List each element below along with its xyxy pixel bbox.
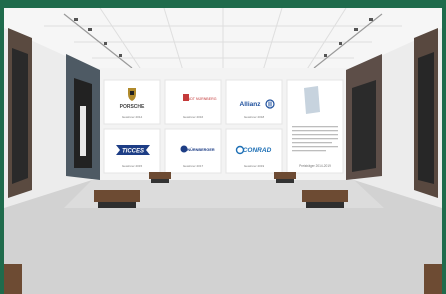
logo-year-conrad: Gewinner 2019 xyxy=(244,164,265,168)
photo-right-2-figure xyxy=(418,52,434,184)
logo-year-nuernberger: Gewinner 2017 xyxy=(183,164,204,168)
logo-name-porsche: PORSCHE xyxy=(120,104,145,110)
logo-name-nuernberg: STADT NÜRNBERG xyxy=(183,97,216,101)
logo-name-ticces: TICCES xyxy=(122,149,144,155)
logo-year-porsche: Gewinner 2014 xyxy=(122,115,143,119)
logo-name-allianz: Allianz xyxy=(240,101,262,108)
window-frame: PORSCHE STADT NÜRNBERG Allianz TICCES NÜ… xyxy=(0,0,446,294)
bench-mid-right[interactable] xyxy=(302,190,348,208)
info-panel-caption: Preisträger 2014-2019 xyxy=(299,164,331,168)
logo-year-ticces: Gewinner 2015 xyxy=(122,164,143,168)
logo-name-conrad: CONRAD xyxy=(243,147,272,154)
bench-back-left[interactable] xyxy=(149,172,171,183)
logo-name-nuernberger: NÜRNBERGER xyxy=(187,147,214,152)
photo-right-1-figures xyxy=(352,80,376,172)
bench-front-left[interactable] xyxy=(4,264,22,294)
logo-year-nuernberg: Gewinner 2016 xyxy=(183,115,204,119)
bench-back-right[interactable] xyxy=(274,172,296,183)
logo-year-allianz: Gewinner 2018 xyxy=(244,115,265,119)
photo-left-1-figure xyxy=(12,48,28,184)
bench-mid-left[interactable] xyxy=(94,190,140,208)
bench-front-right[interactable] xyxy=(424,264,442,294)
virtual-gallery-viewport[interactable]: PORSCHE STADT NÜRNBERG Allianz TICCES NÜ… xyxy=(4,8,442,294)
award-trophy-icon xyxy=(304,86,320,114)
photo-left-2-certificate xyxy=(80,106,86,156)
gallery-scene[interactable]: PORSCHE STADT NÜRNBERG Allianz TICCES NÜ… xyxy=(4,8,442,294)
